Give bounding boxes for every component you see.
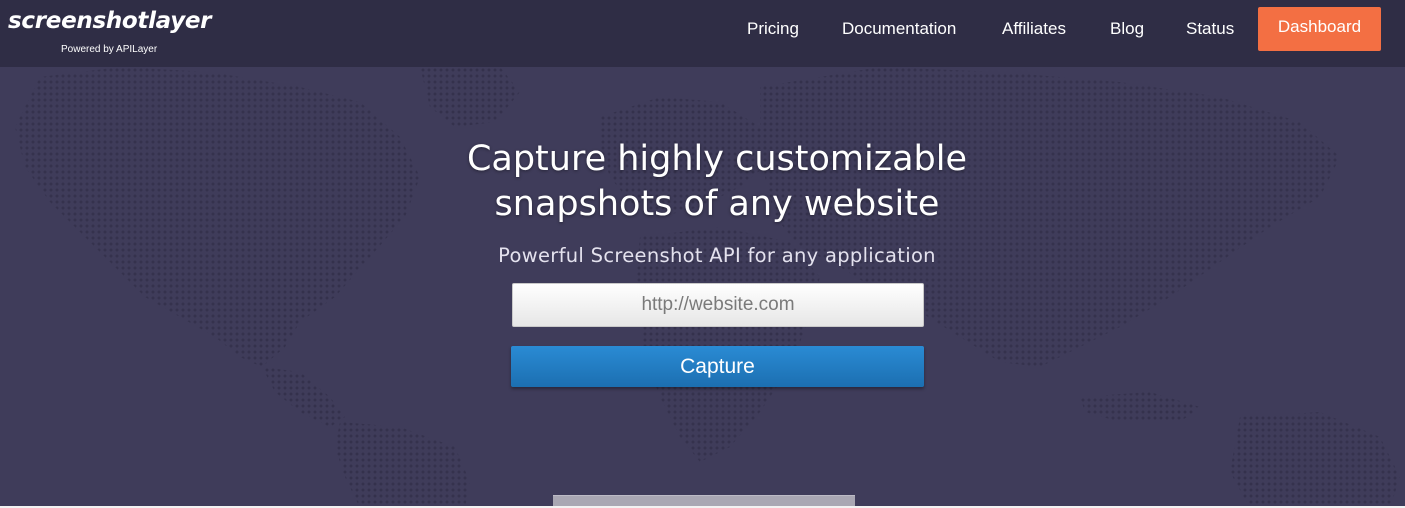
nav-link-documentation[interactable]: Documentation (842, 19, 956, 39)
brand-logo[interactable]: screenshotlayer Powered by APILayer (8, 6, 228, 62)
capture-button[interactable]: Capture (511, 346, 924, 387)
page: screenshotlayer Powered by APILayer Pric… (0, 0, 1405, 508)
nav-link-affiliates[interactable]: Affiliates (1002, 19, 1066, 39)
hero-title: Capture highly customizable snapshots of… (352, 137, 1082, 227)
hero-title-line-1: Capture highly customizable (466, 139, 968, 179)
nav-link-status[interactable]: Status (1186, 19, 1234, 39)
website-url-input[interactable] (512, 283, 924, 327)
nav-link-blog[interactable]: Blog (1110, 19, 1144, 39)
powered-by-text: Powered by APILayer (61, 44, 158, 55)
dashboard-button[interactable]: Dashboard (1258, 7, 1381, 51)
top-navbar: screenshotlayer Powered by APILayer Pric… (0, 0, 1405, 67)
logo-text: screenshotlayer (8, 8, 212, 34)
hero-content: Capture highly customizable snapshots of… (0, 67, 1405, 508)
hero-title-line-2: snapshots of any website (494, 184, 940, 224)
nav-link-pricing[interactable]: Pricing (747, 19, 799, 39)
hero-subtitle: Powerful Screenshot API for any applicat… (498, 244, 936, 267)
hero-section: Capture highly customizable snapshots of… (0, 67, 1405, 508)
